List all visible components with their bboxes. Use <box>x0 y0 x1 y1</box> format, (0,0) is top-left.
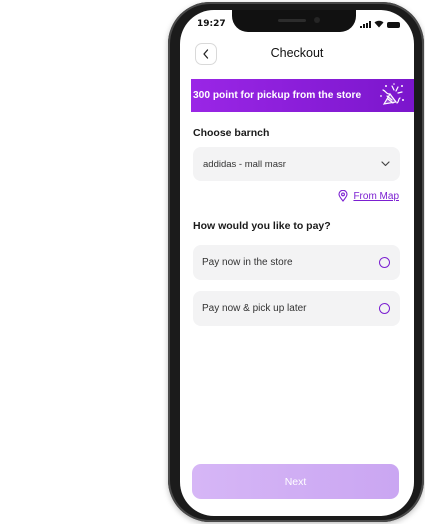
payment-option-store[interactable]: Pay now in the store <box>193 245 400 280</box>
notch <box>232 10 356 32</box>
payment-option-label: Pay now in the store <box>202 257 293 268</box>
branch-select-value: addidas - mall masr <box>203 158 286 170</box>
payment-label: How would you like to pay? <box>193 220 331 232</box>
points-banner: 300 point for pickup from the store <box>191 79 414 112</box>
banner-text: 300 point for pickup from the store <box>193 90 362 101</box>
branch-label: Choose barnch <box>193 127 270 139</box>
signal-icon <box>360 21 371 28</box>
from-map-link[interactable]: From Map <box>338 190 399 202</box>
payment-option-label: Pay now & pick up later <box>202 303 307 314</box>
phone-screen: 19:27 Checkout 300 point for pickup from… <box>180 10 414 516</box>
status-time: 19:27 <box>197 19 226 29</box>
from-map-label: From Map <box>353 190 399 202</box>
page-title: Checkout <box>270 46 324 60</box>
chevron-down-icon <box>381 161 390 167</box>
branch-select[interactable]: addidas - mall masr <box>193 147 400 181</box>
front-camera <box>314 17 320 23</box>
radio-button[interactable] <box>379 257 390 268</box>
battery-icon <box>387 22 400 28</box>
confetti-icon <box>380 83 404 105</box>
status-icons <box>360 20 400 28</box>
location-pin-icon <box>338 190 348 202</box>
radio-button[interactable] <box>379 303 390 314</box>
next-button[interactable]: Next <box>192 464 399 499</box>
wifi-icon <box>374 20 384 28</box>
speaker <box>278 19 306 22</box>
payment-option-pickup-later[interactable]: Pay now & pick up later <box>193 291 400 326</box>
